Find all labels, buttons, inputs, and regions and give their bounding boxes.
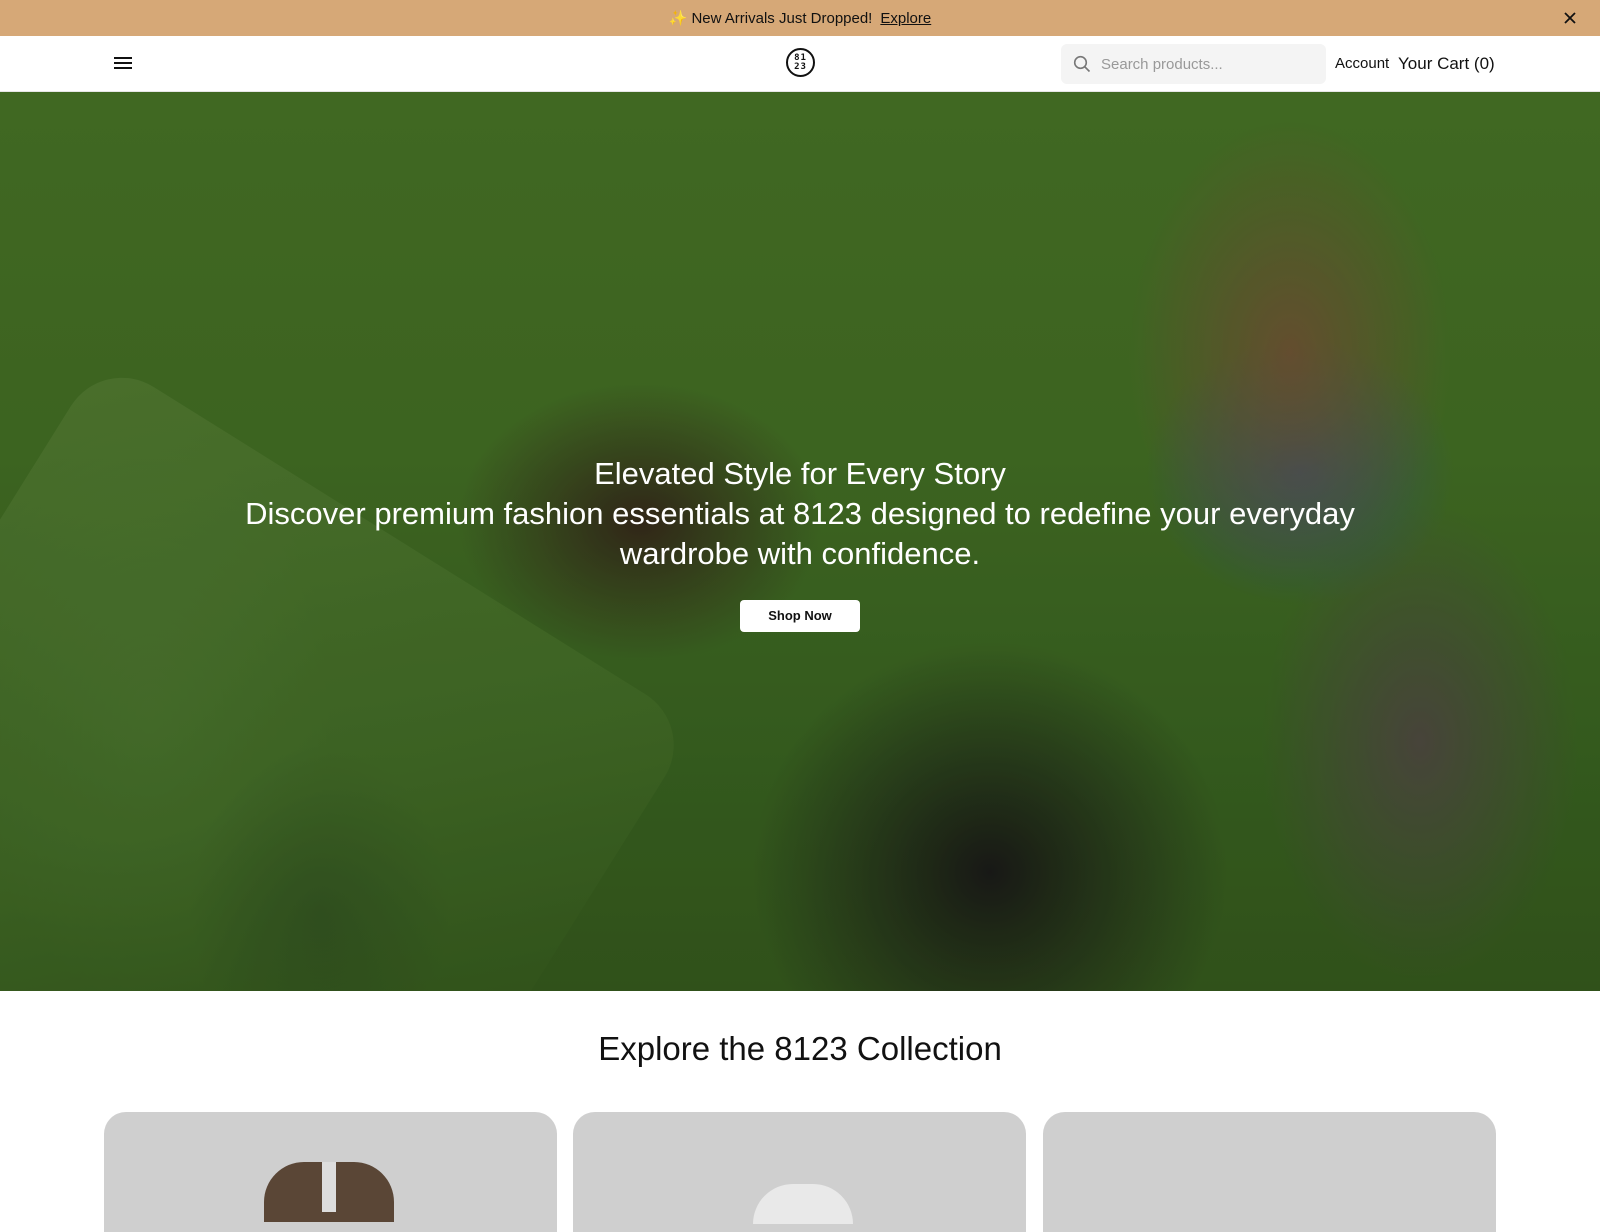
cart-link[interactable]: Your Cart (0) bbox=[1398, 54, 1495, 74]
search-input[interactable] bbox=[1101, 55, 1321, 73]
logo-bottom-digits: 23 bbox=[794, 62, 807, 72]
announcement-bar: ✨ New Arrivals Just Dropped! Explore bbox=[0, 0, 1600, 36]
hero-subtitle: Discover premium fashion essentials at 8… bbox=[245, 496, 1355, 571]
collection-card[interactable] bbox=[1043, 1112, 1496, 1232]
account-link[interactable]: Account bbox=[1335, 55, 1389, 72]
announcement-message: New Arrivals Just Dropped! bbox=[691, 9, 873, 27]
search-bar[interactable] bbox=[1061, 44, 1326, 84]
explore-link[interactable]: Explore bbox=[880, 10, 931, 27]
hero-image-car bbox=[0, 355, 697, 991]
product-image-tee bbox=[753, 1184, 853, 1224]
shop-now-button[interactable]: Shop Now bbox=[740, 600, 860, 632]
product-image-collar bbox=[322, 1162, 336, 1212]
collection-card[interactable] bbox=[104, 1112, 557, 1232]
sparkle-icon: ✨ bbox=[668, 10, 688, 27]
hamburger-menu-icon[interactable] bbox=[112, 53, 136, 75]
hero-content: Elevated Style for Every Story Discover … bbox=[0, 454, 1600, 632]
site-header: 81 23 Account Your Cart (0) bbox=[0, 36, 1600, 92]
collection-card[interactable] bbox=[573, 1112, 1026, 1232]
hero-title: Elevated Style for Every Story bbox=[594, 456, 1006, 491]
collection-grid bbox=[104, 1112, 1497, 1232]
hero-banner: Elevated Style for Every Story Discover … bbox=[0, 92, 1600, 991]
logo[interactable]: 81 23 bbox=[786, 48, 815, 77]
close-icon[interactable] bbox=[1560, 8, 1580, 28]
search-icon bbox=[1073, 55, 1091, 73]
collection-title: Explore the 8123 Collection bbox=[598, 1030, 1002, 1067]
